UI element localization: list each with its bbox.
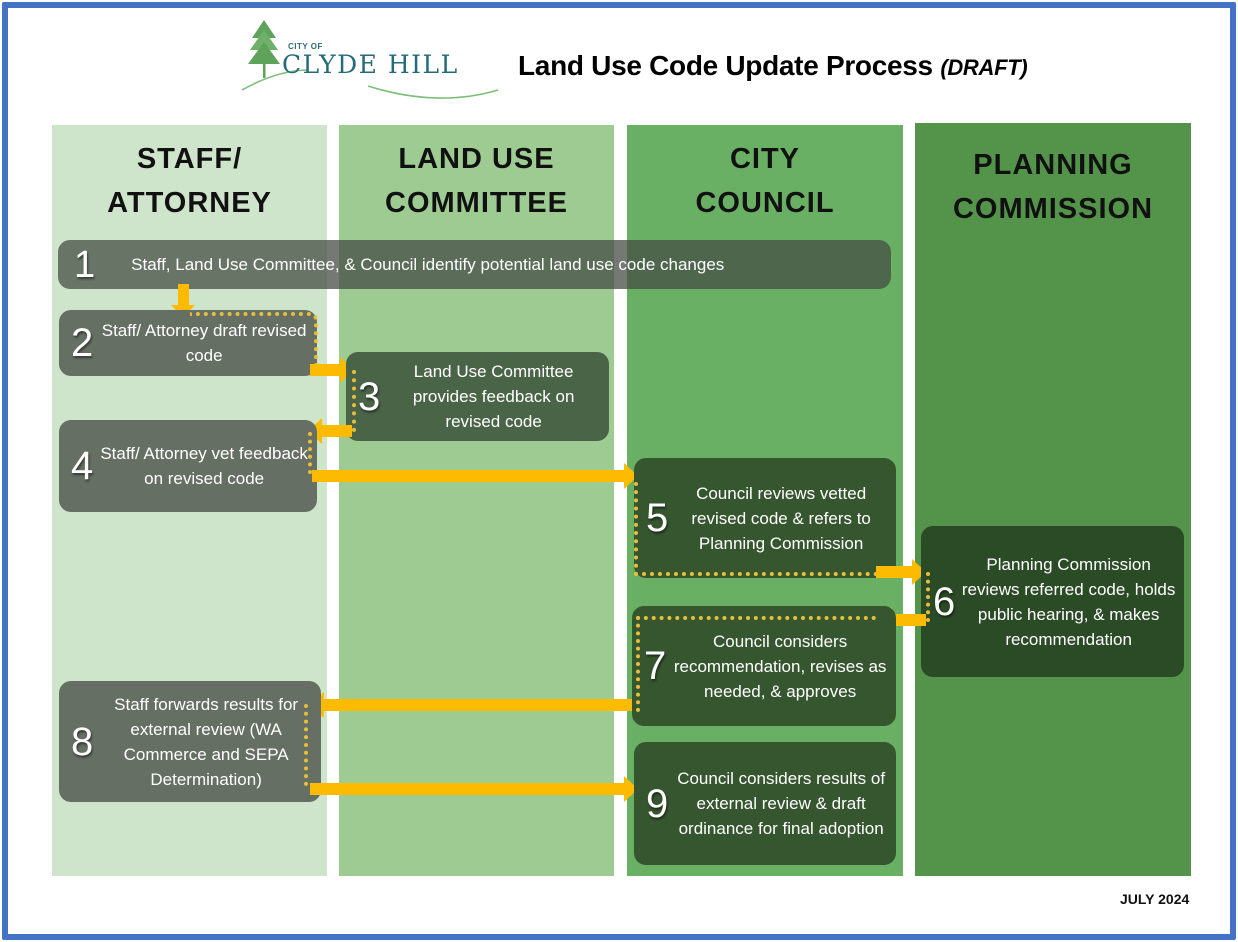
step-text: Planning Commission reviews referred cod… xyxy=(961,554,1176,649)
dotted-connector xyxy=(636,616,876,712)
step-1-box: 1 Staff, Land Use Committee, & Council i… xyxy=(58,240,891,289)
step-number: 4 xyxy=(71,444,94,488)
arrow-1-to-2 xyxy=(171,284,195,318)
title-text: Land Use Code Update Process xyxy=(518,50,933,81)
arrow-8-to-9 xyxy=(310,776,638,802)
step-number: 2 xyxy=(71,321,94,365)
arrow-3-to-4 xyxy=(308,418,352,444)
step-3-box: 3 Land Use Committee provides feedback o… xyxy=(346,352,609,441)
dotted-connector xyxy=(308,432,316,474)
dotted-connector xyxy=(304,704,312,786)
lane-header-line: CITY xyxy=(729,143,801,175)
arrow-7-to-8 xyxy=(310,692,632,718)
dotted-connector xyxy=(634,482,878,576)
step-text: Council considers results of external re… xyxy=(677,769,886,838)
lane-header-line: ATTORNEY xyxy=(107,187,272,219)
lane-header-line: COUNCIL xyxy=(695,187,835,219)
step-8-box: 8 Staff forwards results for external re… xyxy=(59,681,321,802)
page-title: Land Use Code Update Process (DRAFT) xyxy=(518,50,1028,82)
step-text: Staff, Land Use Committee, & Council ide… xyxy=(131,255,725,274)
lane-header-line: LAND USE xyxy=(398,143,555,175)
step-number: 9 xyxy=(646,781,669,826)
step-number: 1 xyxy=(74,243,96,286)
step-6-box: 6 Planning Commission reviews referred c… xyxy=(921,526,1184,677)
clyde-hill-logo: CITY OF CLYDE HILL xyxy=(238,18,503,102)
lane-header: LAND USE COMMITTEE xyxy=(339,137,614,225)
lane-header: STAFF/ ATTORNEY xyxy=(52,137,327,225)
step-text: Staff/ Attorney vet feedback on revised … xyxy=(100,444,308,488)
step-text: Land Use Committee provides feedback on … xyxy=(412,362,575,431)
lane-land-use-committee: LAND USE COMMITTEE xyxy=(339,125,614,876)
lane-header-line: COMMITTEE xyxy=(385,187,568,219)
lane-header-line: PLANNING xyxy=(973,149,1133,181)
step-text: Staff forwards results for external revi… xyxy=(114,694,299,789)
step-number: 8 xyxy=(71,719,94,764)
logo-name: CLYDE HILL xyxy=(282,50,459,79)
arrow-2-to-3 xyxy=(310,357,354,383)
dotted-connector xyxy=(352,370,360,432)
lane-planning-commission: PLANNING COMMISSION xyxy=(915,123,1191,876)
step-4-box: 4 Staff/ Attorney vet feedback on revise… xyxy=(59,420,317,512)
lane-header-line: COMMISSION xyxy=(952,193,1154,225)
dotted-connector xyxy=(926,572,934,622)
footer-date: JULY 2024 xyxy=(1120,891,1190,907)
lane-header-line: STAFF/ xyxy=(136,143,243,175)
title-draft: (DRAFT) xyxy=(940,55,1028,80)
dotted-connector xyxy=(190,312,318,368)
arrow-5-to-6 xyxy=(876,559,926,585)
step-9-box: 9 Council considers results of external … xyxy=(634,742,896,865)
arrow-4-to-5 xyxy=(312,463,638,489)
lane-header: CITY COUNCIL xyxy=(627,137,903,225)
lane-header: PLANNING COMMISSION xyxy=(915,143,1191,231)
